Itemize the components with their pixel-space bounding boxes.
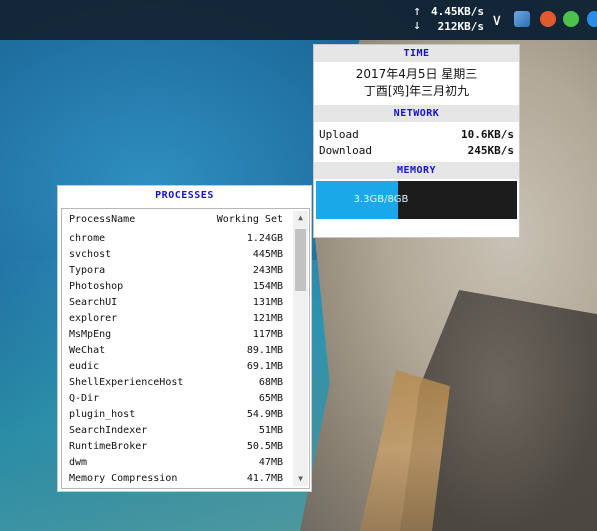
system-info-panel: TIME 2017年4月5日 星期三 丁酉[鸡]年三月初九 NETWORK Up… — [313, 44, 520, 238]
process-name: Memory Compression — [69, 473, 178, 484]
shield-icon[interactable] — [540, 11, 556, 27]
process-working-set: 131MB — [252, 297, 283, 308]
table-row[interactable]: SearchIndexer 51MB — [69, 423, 283, 439]
scroll-thumb[interactable] — [295, 229, 306, 291]
process-list[interactable]: ProcessName Working Set chrome 1.24GB svch… — [61, 208, 310, 489]
process-name: explorer — [69, 313, 118, 324]
process-name: MsMpEng — [69, 329, 112, 340]
process-name: RuntimeBroker — [69, 441, 148, 452]
process-name: plugin_host — [69, 409, 136, 420]
process-working-set: 154MB — [252, 281, 283, 292]
table-row[interactable]: svchost 445MB — [69, 247, 283, 263]
process-rows: chrome 1.24GB svchost 445MB Typora 243MB Photo… — [62, 231, 309, 487]
process-working-set: 65MB — [258, 393, 283, 404]
column-header-process-name[interactable]: ProcessName — [69, 209, 135, 231]
processes-panel: PROCESSES ProcessName Working Set chrome… — [57, 185, 312, 492]
download-row: Download 245KB/s — [314, 143, 519, 159]
memory-usage-text: 3.3GB/8GB — [353, 194, 409, 205]
process-name: Photoshop — [69, 281, 124, 292]
process-working-set: 51MB — [258, 425, 283, 436]
table-row[interactable]: dwm 47MB — [69, 455, 283, 471]
app-icon[interactable] — [514, 11, 530, 27]
download-label: Download — [319, 144, 372, 157]
download-value: 245KB/s — [467, 144, 514, 157]
process-name: Typora — [69, 265, 106, 276]
upload-row: Upload 10.6KB/s — [314, 127, 519, 143]
taskbar-download-speed: 212KB/s — [437, 20, 484, 33]
browser-icon[interactable] — [587, 11, 597, 27]
network-section-title: NETWORK — [314, 105, 519, 122]
taskbar-net-speed[interactable]: 4.45KB/s 212KB/s — [428, 4, 484, 34]
table-row[interactable]: eudic 69.1MB — [69, 359, 283, 375]
process-working-set: 243MB — [252, 265, 283, 276]
taskbar-upload-speed: 4.45KB/s — [431, 5, 484, 18]
upload-label: Upload — [319, 128, 359, 141]
process-name: dwm — [69, 457, 88, 468]
process-working-set: 69.1MB — [246, 361, 283, 372]
process-working-set: 1.24GB — [246, 233, 283, 244]
table-row[interactable]: Photoshop 154MB — [69, 279, 283, 295]
process-name: Q-Dir — [69, 393, 100, 404]
chevron-down-icon[interactable]: ∨ — [492, 10, 502, 29]
process-list-scrollbar[interactable]: ▲ ▼ — [293, 211, 308, 486]
process-working-set: 445MB — [252, 249, 283, 260]
table-row[interactable]: WeChat 89.1MB — [69, 343, 283, 359]
process-working-set: 50.5MB — [246, 441, 283, 452]
process-name: chrome — [69, 233, 106, 244]
taskbar: ↑ ↓ 4.45KB/s 212KB/s ∨ — [0, 0, 597, 40]
table-row[interactable]: plugin_host 54.9MB — [69, 407, 283, 423]
download-arrow-icon: ↓ — [413, 18, 421, 33]
memory-usage-bar: 3.3GB/8GB — [316, 181, 517, 219]
table-row[interactable]: MsMpEng 117MB — [69, 327, 283, 343]
table-row[interactable]: explorer 121MB — [69, 311, 283, 327]
scroll-up-arrow-icon[interactable]: ▲ — [293, 211, 308, 225]
date-line: 2017年4月5日 星期三 — [355, 67, 478, 81]
table-row[interactable]: Q-Dir 65MB — [69, 391, 283, 407]
column-header-working-set[interactable]: Working Set — [217, 209, 283, 231]
process-name: ShellExperienceHost — [69, 377, 184, 388]
process-list-header: ProcessName Working Set — [62, 209, 309, 231]
upload-value: 10.6KB/s — [461, 128, 514, 141]
process-name: SearchIndexer — [69, 425, 148, 436]
upload-arrow-icon: ↑ — [413, 4, 421, 19]
process-working-set: 117MB — [252, 329, 283, 340]
table-row[interactable]: SearchUI 131MB — [69, 295, 283, 311]
process-working-set: 121MB — [252, 313, 283, 324]
process-name: eudic — [69, 361, 100, 372]
memory-section-title: MEMORY — [314, 162, 519, 179]
process-working-set: 47MB — [258, 457, 283, 468]
table-row[interactable]: Typora 243MB — [69, 263, 283, 279]
table-row[interactable]: chrome 1.24GB — [69, 231, 283, 247]
process-working-set: 68MB — [258, 377, 283, 388]
wechat-icon[interactable] — [563, 11, 579, 27]
process-working-set: 54.9MB — [246, 409, 283, 420]
time-section-title: TIME — [314, 45, 519, 62]
scroll-down-arrow-icon[interactable]: ▼ — [293, 472, 308, 486]
process-name: svchost — [69, 249, 112, 260]
table-row[interactable]: RuntimeBroker 50.5MB — [69, 439, 283, 455]
processes-title: PROCESSES — [58, 186, 311, 206]
net-speed-arrows: ↑ ↓ — [410, 5, 424, 35]
lunar-date-line: 丁酉[鸡]年三月初九 — [363, 84, 470, 98]
process-name: SearchUI — [69, 297, 118, 308]
process-working-set: 41.7MB — [246, 473, 283, 484]
process-name: WeChat — [69, 345, 106, 356]
process-working-set: 89.1MB — [246, 345, 283, 356]
table-row[interactable]: Memory Compression 41.7MB — [69, 471, 283, 487]
table-row[interactable]: ShellExperienceHost 68MB — [69, 375, 283, 391]
